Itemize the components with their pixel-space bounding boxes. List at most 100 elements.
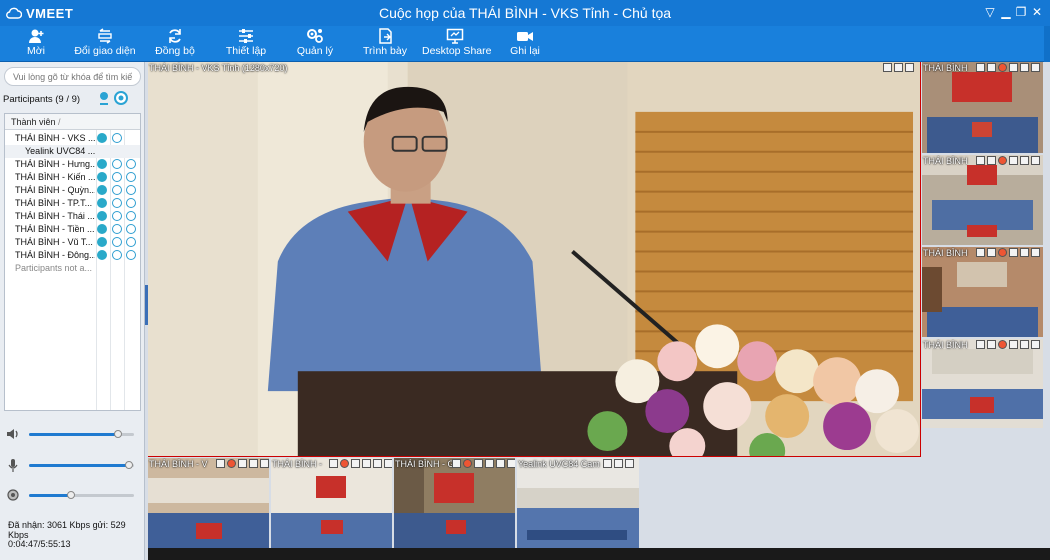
camera-icon[interactable]	[112, 237, 122, 247]
monitor-icon[interactable]	[894, 63, 903, 72]
bottom-thumb-3[interactable]: THÁI BÌNH - G	[394, 458, 515, 548]
participants-count: Participants (9 / 9)	[3, 94, 81, 105]
webcam-icon	[7, 489, 19, 501]
participant-row[interactable]: THÁI BÌNH - Hưng...	[5, 158, 140, 171]
mic-volume-knob[interactable]	[124, 461, 133, 469]
participant-row[interactable]: THÁI BÌNH - TP.T...	[5, 197, 140, 210]
bottom-thumb-2-frame	[271, 458, 392, 548]
participant-row[interactable]: THÁI BÌNH - Vũ T...	[5, 236, 140, 249]
sidebar: Participants (9 / 9) Thành viên / THÁI B…	[0, 62, 145, 560]
camera-icon[interactable]	[112, 198, 122, 208]
participant-name: THÁI BÌNH - Tiền ...	[15, 224, 95, 234]
mic-icon[interactable]	[97, 185, 107, 195]
view-icon[interactable]	[126, 211, 136, 221]
camera-icon[interactable]	[112, 211, 122, 221]
participant-row[interactable]: THÁI BÌNH - Đông...	[5, 249, 140, 262]
sort-icon: /	[58, 117, 61, 127]
search-input[interactable]	[4, 67, 141, 86]
mic-all-icon[interactable]	[98, 91, 110, 105]
side-thumb-3[interactable]: THÁI BÌNH	[922, 247, 1043, 337]
record-button[interactable]: Ghi lại	[510, 28, 540, 60]
side-thumb-2[interactable]: THÁI BÌNH	[922, 155, 1043, 245]
camera-slider[interactable]	[6, 489, 138, 501]
main-video[interactable]: THÁI BÌNH - VKS Tỉnh (1280x720)	[148, 62, 921, 457]
camera-icon[interactable]	[112, 133, 122, 143]
participant-row[interactable]: THÁI BÌNH - Thái ...	[5, 210, 140, 223]
desktop-share-button[interactable]: Desktop Share	[422, 28, 492, 60]
sync-button[interactable]: Đồng bộ	[155, 28, 195, 60]
view-icon[interactable]	[126, 198, 136, 208]
video-icon[interactable]	[905, 63, 914, 72]
mic-icon[interactable]	[97, 198, 107, 208]
mic-icon[interactable]	[97, 250, 107, 260]
minimize-button[interactable]: ▁	[999, 5, 1013, 19]
participant-row[interactable]: THÁI BÌNH - VKS ...	[5, 132, 140, 145]
mic-icon[interactable]	[97, 224, 107, 234]
change-layout-button[interactable]: Đổi giao diện	[74, 28, 136, 60]
invite-label: Mời	[27, 45, 45, 57]
invite-button[interactable]: Mời	[22, 28, 50, 60]
camera-knob[interactable]	[67, 491, 75, 499]
camera-all-icon[interactable]	[114, 91, 128, 105]
camera-icon[interactable]	[112, 185, 122, 195]
camera-icon[interactable]	[112, 250, 122, 260]
dropdown-icon[interactable]: ▽	[983, 5, 997, 19]
main-video-controls	[883, 63, 914, 74]
camera-icon[interactable]	[112, 159, 122, 169]
sync-icon	[169, 29, 181, 43]
side-thumb-3-label: THÁI BÌNH	[923, 248, 968, 258]
camera-icon[interactable]	[112, 172, 122, 182]
participant-row[interactable]: THÁI BÌNH - Tiền ...	[5, 223, 140, 236]
restore-button[interactable]: ❐	[1014, 5, 1028, 19]
view-icon[interactable]	[126, 237, 136, 247]
bandwidth-stats: Đã nhận: 3061 Kbps gửi: 529 Kbps	[8, 520, 126, 540]
speaker-volume-slider[interactable]	[6, 428, 138, 440]
bottom-thumb-3-label: THÁI BÌNH - G	[395, 459, 455, 469]
speaker-volume-knob[interactable]	[114, 430, 123, 438]
view-icon[interactable]	[126, 250, 136, 260]
settings-icon	[239, 29, 253, 43]
side-thumb-3-frame	[922, 247, 1043, 337]
record-label: Ghi lại	[510, 45, 540, 57]
thumb-controls	[216, 459, 269, 470]
manage-label: Quản lý	[296, 45, 334, 57]
view-icon[interactable]	[126, 185, 136, 195]
close-button[interactable]: ✕	[1030, 5, 1044, 19]
mic-volume-slider[interactable]	[6, 459, 138, 472]
desktop-share-label: Desktop Share	[422, 45, 492, 57]
participant-name: THÁI BÌNH - Vũ T...	[15, 237, 93, 247]
side-thumb-4[interactable]: THÁI BÌNH	[922, 339, 1043, 428]
toolbar: Mời Đổi giao diện Đồng bộ Thiết lập Quản…	[0, 26, 1050, 62]
view-icon[interactable]	[126, 172, 136, 182]
mic-icon[interactable]	[97, 211, 107, 221]
toolbar-edge	[1044, 26, 1050, 62]
bottom-thumb-2[interactable]: THÁI BÌNH -	[271, 458, 392, 548]
mic-icon[interactable]	[97, 237, 107, 247]
side-thumb-1[interactable]: THÁI BÌNH	[922, 62, 1043, 153]
not-attended-row[interactable]: Participants not a...	[5, 262, 140, 275]
view-icon[interactable]	[126, 224, 136, 234]
participant-row[interactable]: Yealink UVC84 ...	[5, 145, 140, 158]
column-header[interactable]: Thành viên /	[5, 114, 140, 130]
participant-row[interactable]: THÁI BÌNH - Kiến ...	[5, 171, 140, 184]
invite-icon	[29, 29, 44, 43]
view-icon[interactable]	[126, 159, 136, 169]
mic-icon[interactable]	[97, 172, 107, 182]
present-button[interactable]: Trình bày	[362, 28, 408, 60]
main-video-label: THÁI BÌNH - VKS Tỉnh (1280x720)	[149, 63, 288, 73]
side-thumb-4-label: THÁI BÌNH	[923, 340, 968, 350]
thumb-controls	[603, 459, 634, 470]
participant-name: THÁI BÌNH - Kiến ...	[15, 172, 95, 182]
mic-icon[interactable]	[97, 133, 107, 143]
camera-icon[interactable]	[112, 224, 122, 234]
bottom-thumb-1[interactable]: THÁI BÌNH - V	[148, 458, 269, 548]
thumb-controls	[976, 156, 1040, 167]
manage-button[interactable]: Quản lý	[296, 28, 334, 60]
mic-icon[interactable]	[97, 159, 107, 169]
app-window: VMEET Cuộc họp của THÁI BÌNH - VKS Tỉnh …	[0, 0, 1050, 560]
layout-icon	[98, 28, 112, 44]
settings-button[interactable]: Thiết lập	[225, 28, 267, 60]
bottom-thumb-4[interactable]: Yealink UVC84 Cam	[517, 458, 639, 548]
person-icon[interactable]	[883, 63, 892, 72]
participant-row[interactable]: THÁI BÌNH - Quỳn...	[5, 184, 140, 197]
